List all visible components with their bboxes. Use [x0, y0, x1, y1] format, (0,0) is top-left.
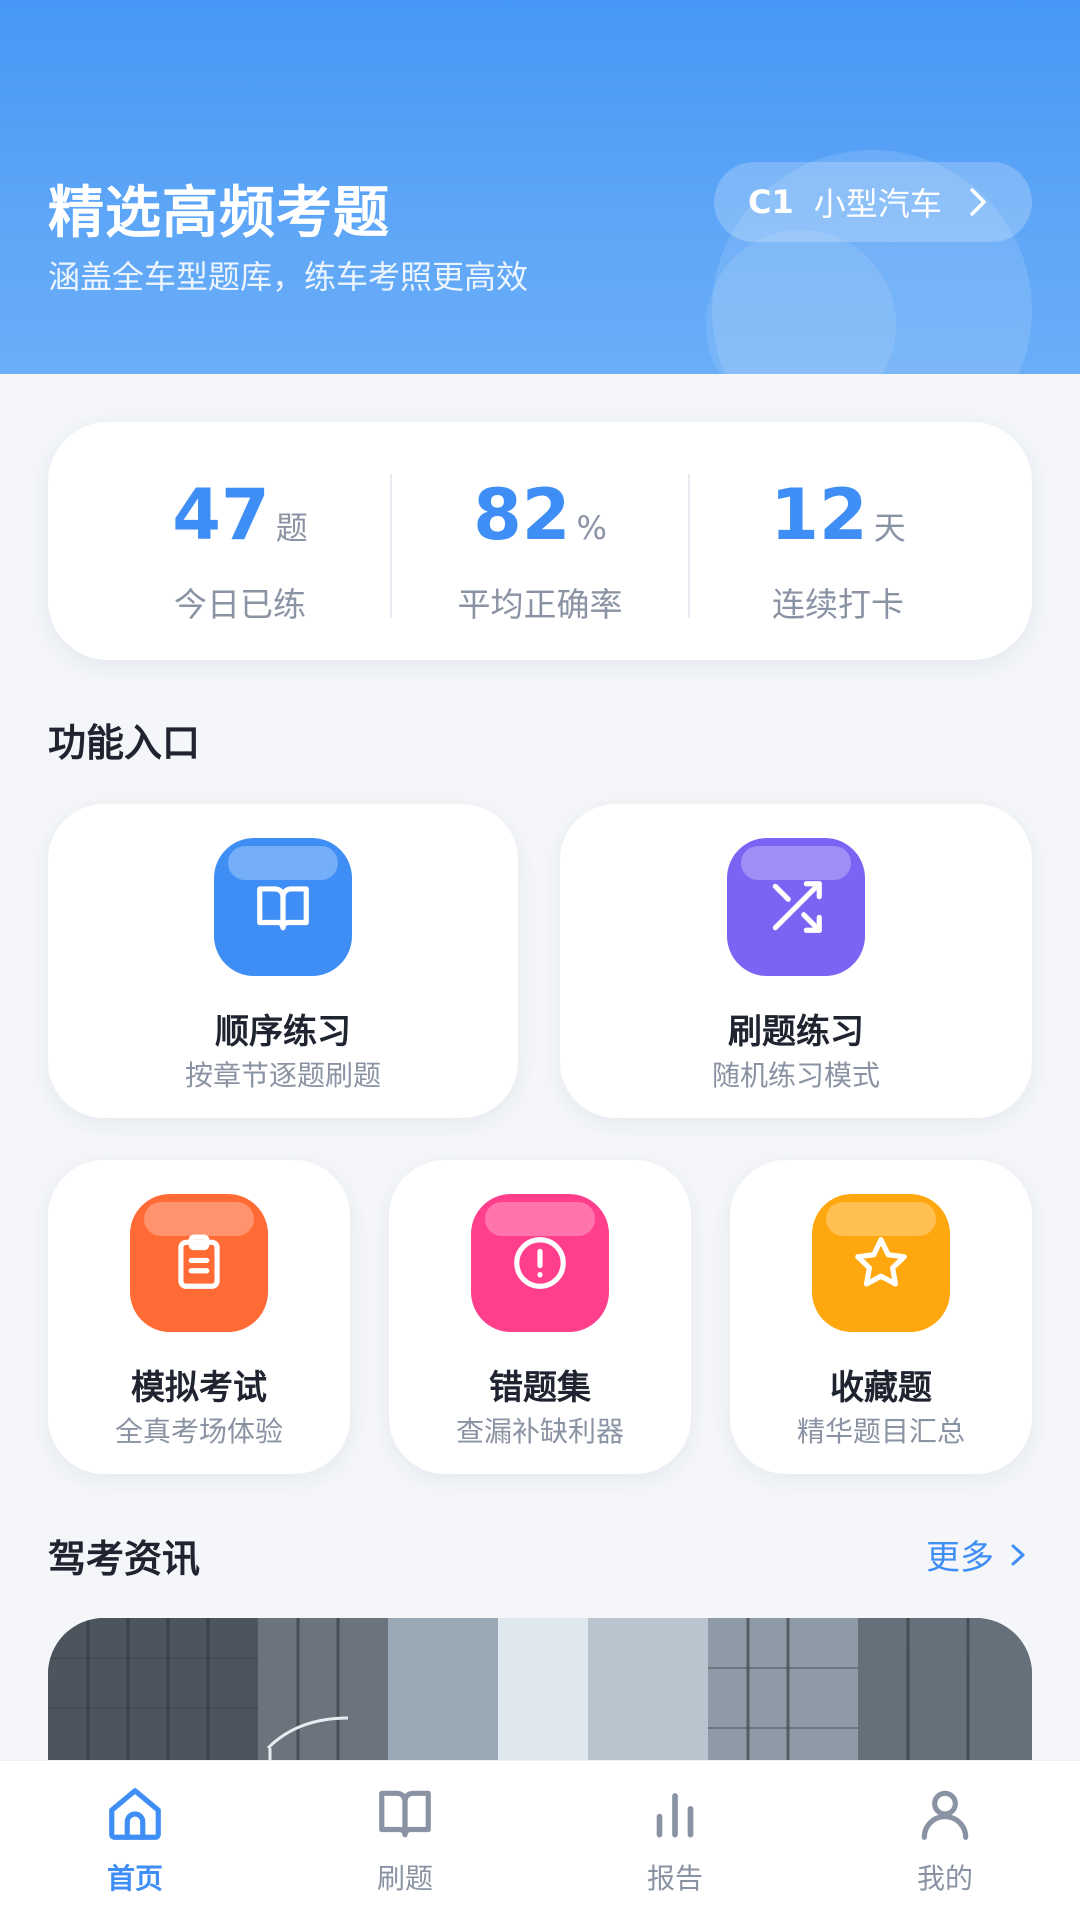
feature-subtitle: 按章节逐题刷题 — [184, 1059, 381, 1092]
feature-sequential-practice[interactable]: 顺序练习 按章节逐题刷题 — [48, 804, 518, 1118]
feature-wrong-questions[interactable]: 错题集 查漏补缺利器 — [389, 1160, 691, 1474]
header-banner: 精选高频考题 涵盖全车型题库，练车考照更高效 C1 小型汽车 — [0, 0, 1080, 374]
feature-icon-box — [727, 838, 865, 976]
stat-today-practiced: 47 题 今日已练 — [90, 480, 390, 626]
feature-icon-box — [471, 1194, 609, 1332]
home-icon — [109, 1788, 161, 1840]
feature-favorites[interactable]: 收藏题 精华题目汇总 — [730, 1160, 1032, 1474]
user-icon — [921, 1790, 969, 1840]
clipboard-icon — [178, 1234, 220, 1289]
license-type-selector[interactable]: C1 小型汽车 — [714, 162, 1032, 242]
tab-label: 我的 — [916, 1862, 973, 1895]
header-subtitle: 涵盖全车型题库，练车考照更高效 — [48, 258, 529, 296]
stat-accuracy: 82 % 平均正确率 — [390, 480, 690, 626]
feature-subtitle: 全真考场体验 — [114, 1415, 283, 1448]
news-more-link[interactable]: 更多 — [926, 1530, 1028, 1579]
feature-title: 刷题练习 — [728, 1012, 864, 1052]
stat-label: 连续打卡 — [772, 585, 904, 624]
star-icon — [855, 1237, 907, 1287]
feature-icon-box — [214, 838, 352, 976]
tab-report[interactable]: 报告 — [605, 1783, 745, 1897]
stat-label: 今日已练 — [174, 585, 306, 624]
feature-subtitle: 精华题目汇总 — [796, 1415, 965, 1448]
feature-title: 顺序练习 — [215, 1012, 351, 1052]
feature-mock-exam[interactable]: 模拟考试 全真考场体验 — [48, 1160, 350, 1474]
stats-card: 47 题 今日已练 82 % 平均正确率 12 天 连续打卡 — [48, 422, 1032, 660]
stat-value: 47 — [172, 474, 270, 556]
shuffle-icon — [772, 881, 822, 933]
tab-home[interactable]: 首页 — [65, 1783, 205, 1897]
news-section-title: 驾考资讯 — [48, 1537, 201, 1581]
tab-label: 报告 — [646, 1862, 703, 1895]
chevron-right-icon — [970, 188, 986, 216]
stat-unit: 题 — [275, 509, 308, 547]
alert-icon — [514, 1237, 566, 1289]
more-label: 更多 — [926, 1538, 994, 1578]
feature-icon-box — [130, 1194, 268, 1332]
feature-title: 模拟考试 — [131, 1368, 267, 1408]
tab-label: 首页 — [106, 1862, 163, 1895]
feature-subtitle: 查漏补缺利器 — [455, 1415, 624, 1448]
book-icon — [257, 886, 309, 931]
chevron-right-icon — [1011, 1544, 1025, 1565]
stat-streak: 12 天 连续打卡 — [688, 480, 988, 626]
feature-subtitle: 随机练习模式 — [711, 1059, 880, 1092]
feature-icon-box — [812, 1194, 950, 1332]
tab-practice[interactable]: 刷题 — [335, 1783, 475, 1897]
features-section-title: 功能入口 — [48, 721, 201, 765]
tab-label: 刷题 — [376, 1862, 433, 1895]
header-title: 精选高频考题 — [48, 181, 390, 246]
feature-title: 收藏题 — [830, 1368, 932, 1408]
bar-chart-icon — [656, 1793, 694, 1838]
stat-label: 平均正确率 — [457, 585, 623, 624]
stat-value: 82 — [473, 474, 571, 556]
tab-profile[interactable]: 我的 — [875, 1783, 1015, 1897]
stat-unit: 天 — [873, 509, 906, 547]
license-name: 小型汽车 — [813, 185, 942, 223]
stat-unit: % — [576, 509, 607, 547]
bottom-tab-bar: 首页 刷题 报告 我的 — [0, 1760, 1080, 1920]
book-icon — [379, 1790, 431, 1838]
license-code: C1 — [748, 183, 794, 221]
stat-value: 12 — [770, 474, 868, 556]
feature-title: 错题集 — [489, 1368, 591, 1408]
feature-random-practice[interactable]: 刷题练习 随机练习模式 — [560, 804, 1032, 1118]
home-page: 精选高频考题 涵盖全车型题库，练车考照更高效 C1 小型汽车 47 题 今日已练… — [0, 0, 1080, 1920]
